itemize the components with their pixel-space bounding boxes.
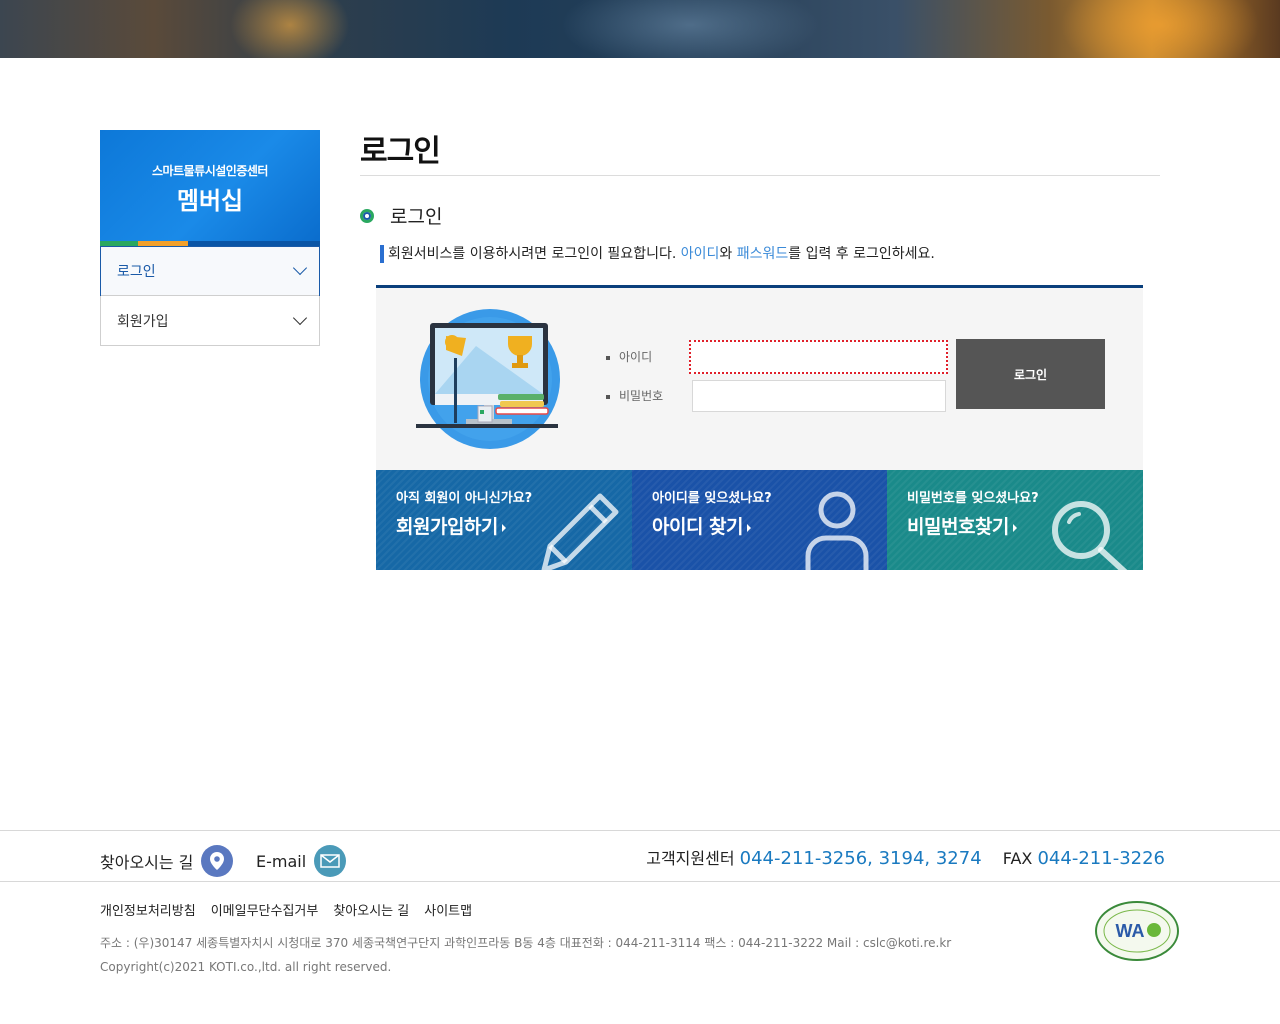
magnifier-icon (1052, 501, 1128, 570)
footer-address: 주소 : (우)30147 세종특별자치시 시청대로 370 세종국책연구단지 … (100, 936, 952, 950)
arrow-right-icon (747, 523, 752, 532)
signup-tile[interactable]: 아직 회원이 아니신가요? 회원가입하기 (376, 470, 632, 570)
footer-link-email-refusal[interactable]: 이메일무단수집거부 (211, 900, 319, 919)
sidebar-org-name: 스마트물류시설인증센터 (152, 164, 268, 178)
help-tiles: 아직 회원이 아니신가요? 회원가입하기 아이디를 잊으셨나요? 아이디 찾기 … (376, 470, 1143, 570)
find-password-tile[interactable]: 비밀번호를 잊으셨나요? 비밀번호찾기 (887, 470, 1143, 570)
notice-id-word: 아이디 (680, 246, 720, 262)
footer-links: 개인정보처리방침 이메일무단수집거부 찾아오시는 길 사이트맵 (100, 900, 472, 919)
support-phone: 044-211-3256, 3194, 3274 (739, 848, 982, 869)
footer-link-directions[interactable]: 찾아오시는 길 (333, 900, 409, 919)
password-input[interactable] (692, 380, 946, 412)
bullet-icon (360, 209, 374, 223)
pencil-icon (541, 493, 619, 570)
footer-contact-bar: 찾아오시는 길 E-mail 고객지원센터 044-211-3256, 3194… (0, 830, 1280, 882)
footer-link-sitemap[interactable]: 사이트맵 (424, 900, 472, 919)
chevron-down-icon (292, 260, 308, 276)
page-title: 로그인 (360, 134, 441, 169)
id-input[interactable] (689, 340, 948, 374)
login-form-box: 아이디 비밀번호 로그인 (376, 285, 1143, 470)
svg-text:WA: WA (1116, 921, 1145, 941)
computer-trophy-illustration-icon (416, 309, 560, 449)
web-accessibility-badge-icon: WA (1095, 901, 1179, 961)
sidebar-header: 스마트물류시설인증센터 멤버십 (100, 130, 320, 246)
footer-link-privacy[interactable]: 개인정보처리방침 (100, 900, 196, 919)
sidebar-item-label: 로그인 (117, 264, 156, 280)
user-icon (805, 491, 869, 570)
password-label: 비밀번호 (606, 387, 663, 404)
chevron-down-icon (292, 310, 308, 325)
email-link[interactable]: E-mail (256, 845, 347, 877)
sidebar-menu: 로그인 회원가입 (100, 246, 320, 346)
login-button[interactable]: 로그인 (956, 339, 1105, 409)
sidebar-item-label: 회원가입 (117, 313, 169, 330)
envelope-icon (314, 845, 347, 877)
notice-pw-word: 패스워드 (736, 246, 789, 262)
location-pin-icon (201, 845, 234, 877)
find-id-tile[interactable]: 아이디를 잊으셨나요? 아이디 찾기 (632, 470, 887, 570)
divider (360, 175, 1160, 176)
sidebar-title: 멤버십 (176, 187, 244, 215)
id-label: 아이디 (606, 348, 652, 365)
customer-center-info: 고객지원센터 044-211-3256, 3194, 3274 FAX 044-… (646, 848, 1165, 869)
sidebar-item-signup[interactable]: 회원가입 (101, 295, 319, 345)
directions-link[interactable]: 찾아오시는 길 (100, 845, 234, 877)
section-title: 로그인 (390, 206, 443, 228)
footer-copyright: Copyright(c)2021 KOTI.co.,ltd. all right… (100, 960, 392, 974)
fax-number: 044-211-3226 (1037, 848, 1165, 869)
top-banner-image (0, 0, 1280, 58)
arrow-right-icon (1012, 523, 1017, 532)
login-notice: 회원서비스를 이용하시려면 로그인이 필요합니다. 아이디와 패스워드를 입력 … (380, 245, 935, 263)
sidebar-item-login[interactable]: 로그인 (100, 246, 320, 296)
arrow-right-icon (501, 523, 506, 532)
